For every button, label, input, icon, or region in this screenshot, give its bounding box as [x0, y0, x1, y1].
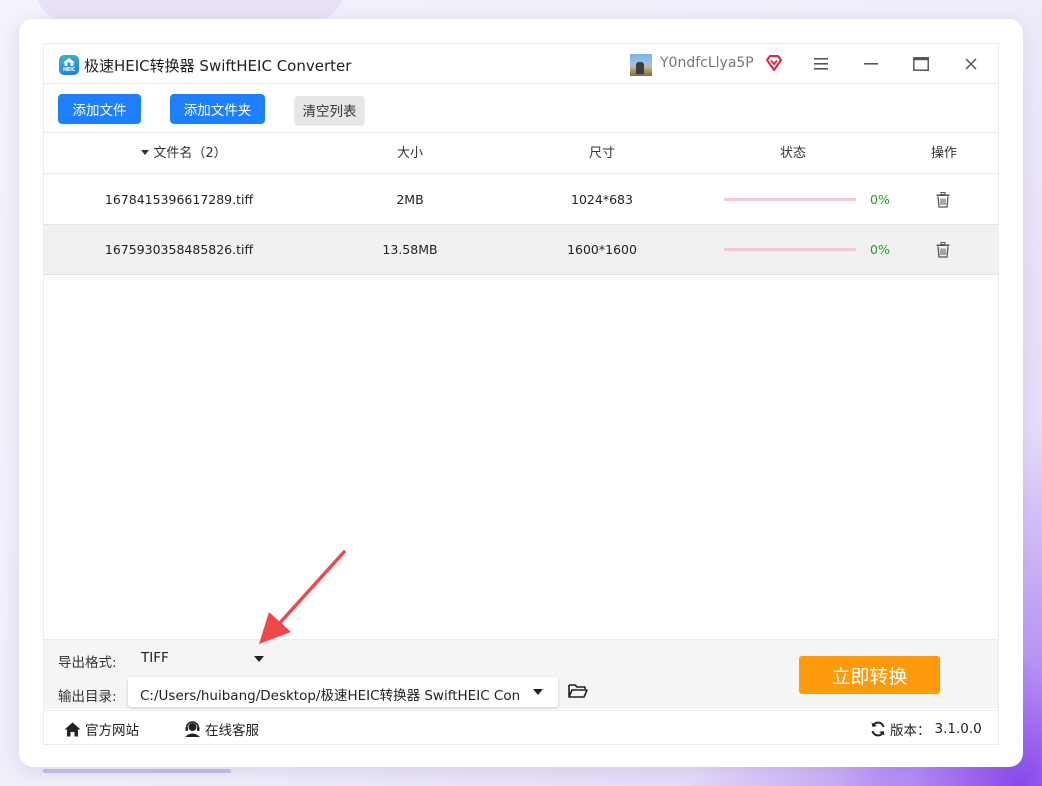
progress-percent: 0%	[870, 242, 890, 257]
output-dir-value: C:/Users/huibang/Desktop/极速HEIC转换器 Swift…	[140, 688, 520, 704]
app-window: HEIC 极速HEIC转换器 SwiftHEIC Converter Y0ndf…	[43, 43, 999, 745]
add-folder-button[interactable]: 添加文件夹	[170, 94, 265, 124]
chevron-down-icon	[533, 689, 543, 695]
app-logo-icon: HEIC	[59, 55, 79, 75]
online-support-label: 在线客服	[205, 723, 259, 739]
username[interactable]: Y0ndfcLlya5P	[660, 55, 754, 71]
trash-icon[interactable]	[936, 242, 950, 258]
online-support-link[interactable]: 在线客服	[184, 719, 259, 739]
file-size: 2MB	[396, 192, 424, 207]
close-button[interactable]	[958, 51, 984, 77]
file-size: 13.58MB	[382, 242, 438, 257]
background-bar	[43, 769, 231, 773]
add-file-button[interactable]: 添加文件	[58, 94, 141, 124]
refresh-icon[interactable]	[870, 721, 886, 737]
footer: 官方网站 在线客服 版本： 3.1.0.0	[44, 710, 998, 745]
official-website-label: 官方网站	[85, 723, 139, 739]
column-header-size: 大小	[396, 146, 423, 161]
app-logo-text: HEIC	[63, 67, 75, 73]
format-select[interactable]: TIFF	[127, 643, 279, 673]
convert-now-button[interactable]: 立即转换	[799, 656, 940, 694]
version-value: 3.1.0.0	[934, 721, 982, 737]
progress-bar	[724, 198, 856, 201]
format-label: 导出格式:	[58, 655, 117, 671]
maximize-icon	[913, 57, 929, 71]
toolbar: 添加文件 添加文件夹 清空列表	[44, 85, 998, 133]
trash-icon[interactable]	[936, 192, 950, 208]
output-dir-label: 输出目录:	[58, 689, 117, 705]
version-info: 版本： 3.1.0.0	[870, 719, 982, 739]
version-label: 版本：	[890, 723, 931, 739]
column-header-action: 操作	[930, 146, 957, 161]
menu-button[interactable]	[808, 51, 834, 77]
menu-icon	[814, 58, 828, 70]
file-dimensions: 1600*1600	[567, 242, 637, 257]
table-row[interactable]: 1675930358485826.tiff 13.58MB 1600*1600 …	[44, 225, 998, 275]
official-website-link[interactable]: 官方网站	[64, 719, 139, 739]
column-header-name-label: 文件名（2）	[153, 146, 227, 161]
avatar[interactable]	[630, 54, 652, 76]
minimize-icon	[864, 63, 878, 65]
app-title: 极速HEIC转换器 SwiftHEIC Converter	[84, 57, 352, 75]
column-header-name[interactable]: 文件名（2）	[124, 134, 244, 174]
sort-caret-icon	[141, 150, 150, 155]
column-header-status: 状态	[779, 146, 806, 161]
output-dir-select[interactable]: C:/Users/huibang/Desktop/极速HEIC转换器 Swift…	[128, 677, 558, 707]
table-row[interactable]: 1678415396617289.tiff 2MB 1024*683 0%	[44, 175, 998, 225]
column-header-dimensions: 尺寸	[588, 146, 615, 161]
file-dimensions: 1024*683	[571, 192, 633, 207]
file-name: 1675930358485826.tiff	[104, 242, 254, 257]
progress-bar	[724, 248, 856, 251]
vip-diamond-icon[interactable]	[765, 54, 783, 72]
file-name: 1678415396617289.tiff	[104, 192, 254, 207]
headset-icon	[185, 721, 200, 737]
format-select-value: TIFF	[141, 650, 169, 666]
table-header: 文件名（2） 大小 尺寸 状态 操作	[44, 134, 998, 174]
output-settings-panel: 导出格式: TIFF 输出目录: C:/Users/huibang/Deskto…	[44, 639, 998, 709]
progress-percent: 0%	[870, 192, 890, 207]
clear-list-button[interactable]: 清空列表	[295, 96, 364, 124]
close-icon	[965, 58, 977, 70]
folder-open-icon[interactable]	[568, 683, 588, 699]
minimize-button[interactable]	[858, 51, 884, 77]
home-icon	[64, 722, 81, 736]
maximize-button[interactable]	[908, 51, 934, 77]
chevron-down-icon	[254, 656, 264, 662]
title-bar: HEIC 极速HEIC转换器 SwiftHEIC Converter Y0ndf…	[44, 44, 998, 84]
